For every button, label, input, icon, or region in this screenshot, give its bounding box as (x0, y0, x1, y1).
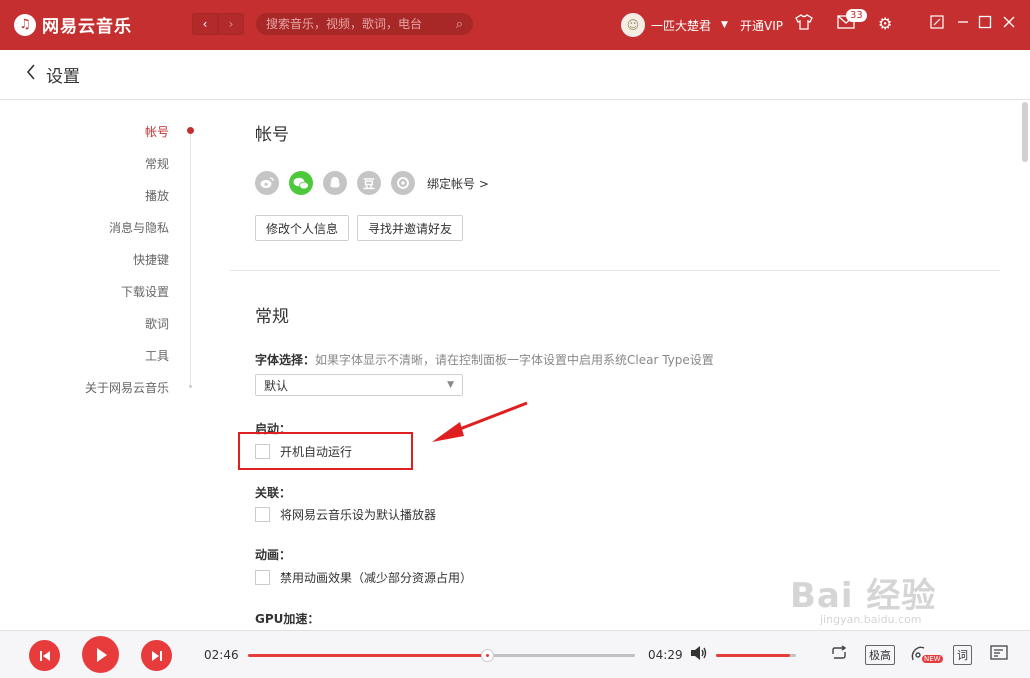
watermark-sub: jingyan.baidu.com (820, 613, 922, 626)
minimize-icon[interactable] (956, 15, 970, 33)
search-box[interactable]: ⌕ (256, 13, 473, 35)
play-icon (96, 647, 107, 662)
close-icon[interactable] (1002, 15, 1016, 33)
search-input[interactable] (266, 17, 456, 31)
font-select-value: 默认 (264, 378, 289, 393)
sidebar-item-about[interactable]: 关于网易云音乐 (85, 379, 169, 396)
account-binding-row: 豆 绑定帐号 > (255, 171, 489, 195)
wechat-icon[interactable] (289, 171, 313, 195)
association-option-label[interactable]: 将网易云音乐设为默认播放器 (280, 506, 436, 523)
sidebar-item-privacy[interactable]: 消息与隐私 (109, 219, 169, 236)
volume-slider[interactable] (716, 654, 796, 657)
page-title: 设置 (46, 67, 80, 87)
sidebar-item-account[interactable]: 帐号 (145, 123, 169, 140)
play-button[interactable] (82, 636, 119, 673)
back-arrow-icon[interactable] (26, 64, 36, 85)
animation-option[interactable]: 禁用动画效果（减少部分资源占用） (255, 569, 472, 586)
back-button[interactable]: ‹ (192, 13, 218, 35)
sidebar-item-download[interactable]: 下载设置 (121, 283, 169, 300)
edit-profile-button[interactable]: 修改个人信息 (255, 215, 350, 241)
sidebar-item-shortcuts[interactable]: 快捷键 (133, 251, 169, 268)
association-checkbox[interactable] (255, 507, 270, 522)
mini-mode-icon[interactable] (930, 15, 944, 33)
forward-button[interactable]: › (218, 13, 244, 35)
association-option[interactable]: 将网易云音乐设为默认播放器 (255, 506, 436, 523)
new-badge: NEW (922, 655, 943, 663)
font-label: 字体选择： (255, 353, 316, 367)
next-button[interactable] (141, 640, 172, 671)
font-hint: 如果字体显示不清晰，请在控制面板一字体设置中启用系统Clear Type设置 (315, 353, 714, 367)
progress-fill (248, 654, 487, 657)
annotation-highlight-box (238, 432, 413, 470)
baidu-watermark: Bai 经验 jingyan.baidu.com (790, 568, 936, 626)
username[interactable]: 一匹大楚君 (651, 17, 711, 34)
skin-icon[interactable] (795, 14, 813, 34)
quality-button[interactable]: 极高 (865, 645, 895, 665)
settings-sidebar: 帐号 常规 播放 消息与隐私 快捷键 下载设置 歌词 工具 关于网易云音乐 (0, 100, 230, 630)
account-actions: 修改个人信息 寻找并邀请好友 (255, 215, 464, 241)
weibo-icon[interactable] (255, 171, 279, 195)
gear-icon[interactable]: ⚙ (878, 14, 892, 33)
active-indicator (187, 127, 194, 134)
sidebar-item-lyrics[interactable]: 歌词 (145, 315, 169, 332)
font-field-label: 字体选择：如果字体显示不清晰，请在控制面板一字体设置中启用系统Clear Typ… (255, 351, 714, 368)
invite-friends-button[interactable]: 寻找并邀请好友 (357, 215, 464, 241)
title-bar: ♫ 网易云音乐 ‹ › ⌕ ☺ 一匹大楚君 ▼ 开通VIP 33 ⚙ (0, 0, 1030, 50)
player-bar: 02:46 04:29 极高 NEW 词 (0, 630, 1030, 678)
account-section-title: 帐号 (255, 125, 289, 145)
app-name: 网易云音乐 (42, 17, 132, 37)
app-logo[interactable]: ♫ 网易云音乐 (14, 12, 132, 37)
elapsed-time: 02:46 (204, 648, 239, 662)
user-menu[interactable]: ☺ 一匹大楚君 ▼ (621, 13, 728, 37)
progress-bar[interactable] (248, 649, 635, 662)
history-nav: ‹ › (192, 13, 244, 35)
sidebar-item-playback[interactable]: 播放 (145, 187, 169, 204)
annotation-arrow-icon (432, 401, 528, 442)
scrollbar-thumb[interactable] (1022, 102, 1028, 162)
progress-handle[interactable] (480, 649, 494, 662)
qq-icon[interactable] (323, 171, 347, 195)
font-select[interactable]: 默认 ▼ (255, 374, 463, 396)
watermark-main: Bai 经验 (790, 576, 937, 616)
playlist-icon[interactable] (990, 645, 1008, 665)
chevron-down-icon: ▼ (447, 380, 454, 390)
gpu-label: GPU加速： (255, 612, 320, 626)
douban-icon[interactable]: 豆 (357, 171, 381, 195)
netease-logo-icon: ♫ (14, 13, 36, 36)
repeat-icon[interactable] (830, 645, 848, 665)
general-section-title: 常规 (255, 307, 289, 327)
caret-down-icon[interactable]: ▼ (721, 20, 728, 30)
mail-count-badge: 33 (846, 9, 867, 22)
sidebar-end-dot (189, 385, 192, 388)
section-divider (230, 270, 1000, 271)
sidebar-track (190, 130, 191, 386)
avatar[interactable]: ☺ (621, 13, 645, 37)
previous-button[interactable] (29, 640, 60, 671)
search-icon[interactable]: ⌕ (456, 17, 463, 32)
lyric-button[interactable]: 词 (953, 645, 972, 665)
maximize-icon[interactable] (978, 15, 992, 33)
volume-icon[interactable] (690, 645, 708, 665)
association-label: 关联： (255, 486, 292, 500)
content-scrollbar[interactable] (1020, 100, 1030, 630)
animation-checkbox[interactable] (255, 570, 270, 585)
sidebar-item-general[interactable]: 常规 (145, 155, 169, 172)
settings-header: 设置 (0, 50, 1030, 100)
settings-content: 帐号 豆 绑定帐号 > 修改个人信息 寻找并邀请好友 常规 字体选择：如果字体显… (230, 100, 1020, 630)
previous-icon (39, 650, 50, 661)
netease-icon[interactable] (391, 171, 415, 195)
sidebar-item-tools[interactable]: 工具 (145, 347, 169, 364)
volume-fill (716, 654, 790, 657)
bind-account-link[interactable]: 绑定帐号 > (427, 175, 489, 192)
next-icon (151, 650, 162, 661)
animation-label: 动画： (255, 548, 292, 562)
vip-link[interactable]: 开通VIP (740, 17, 783, 34)
total-time: 04:29 (648, 648, 683, 662)
animation-option-label[interactable]: 禁用动画效果（减少部分资源占用） (280, 569, 472, 586)
